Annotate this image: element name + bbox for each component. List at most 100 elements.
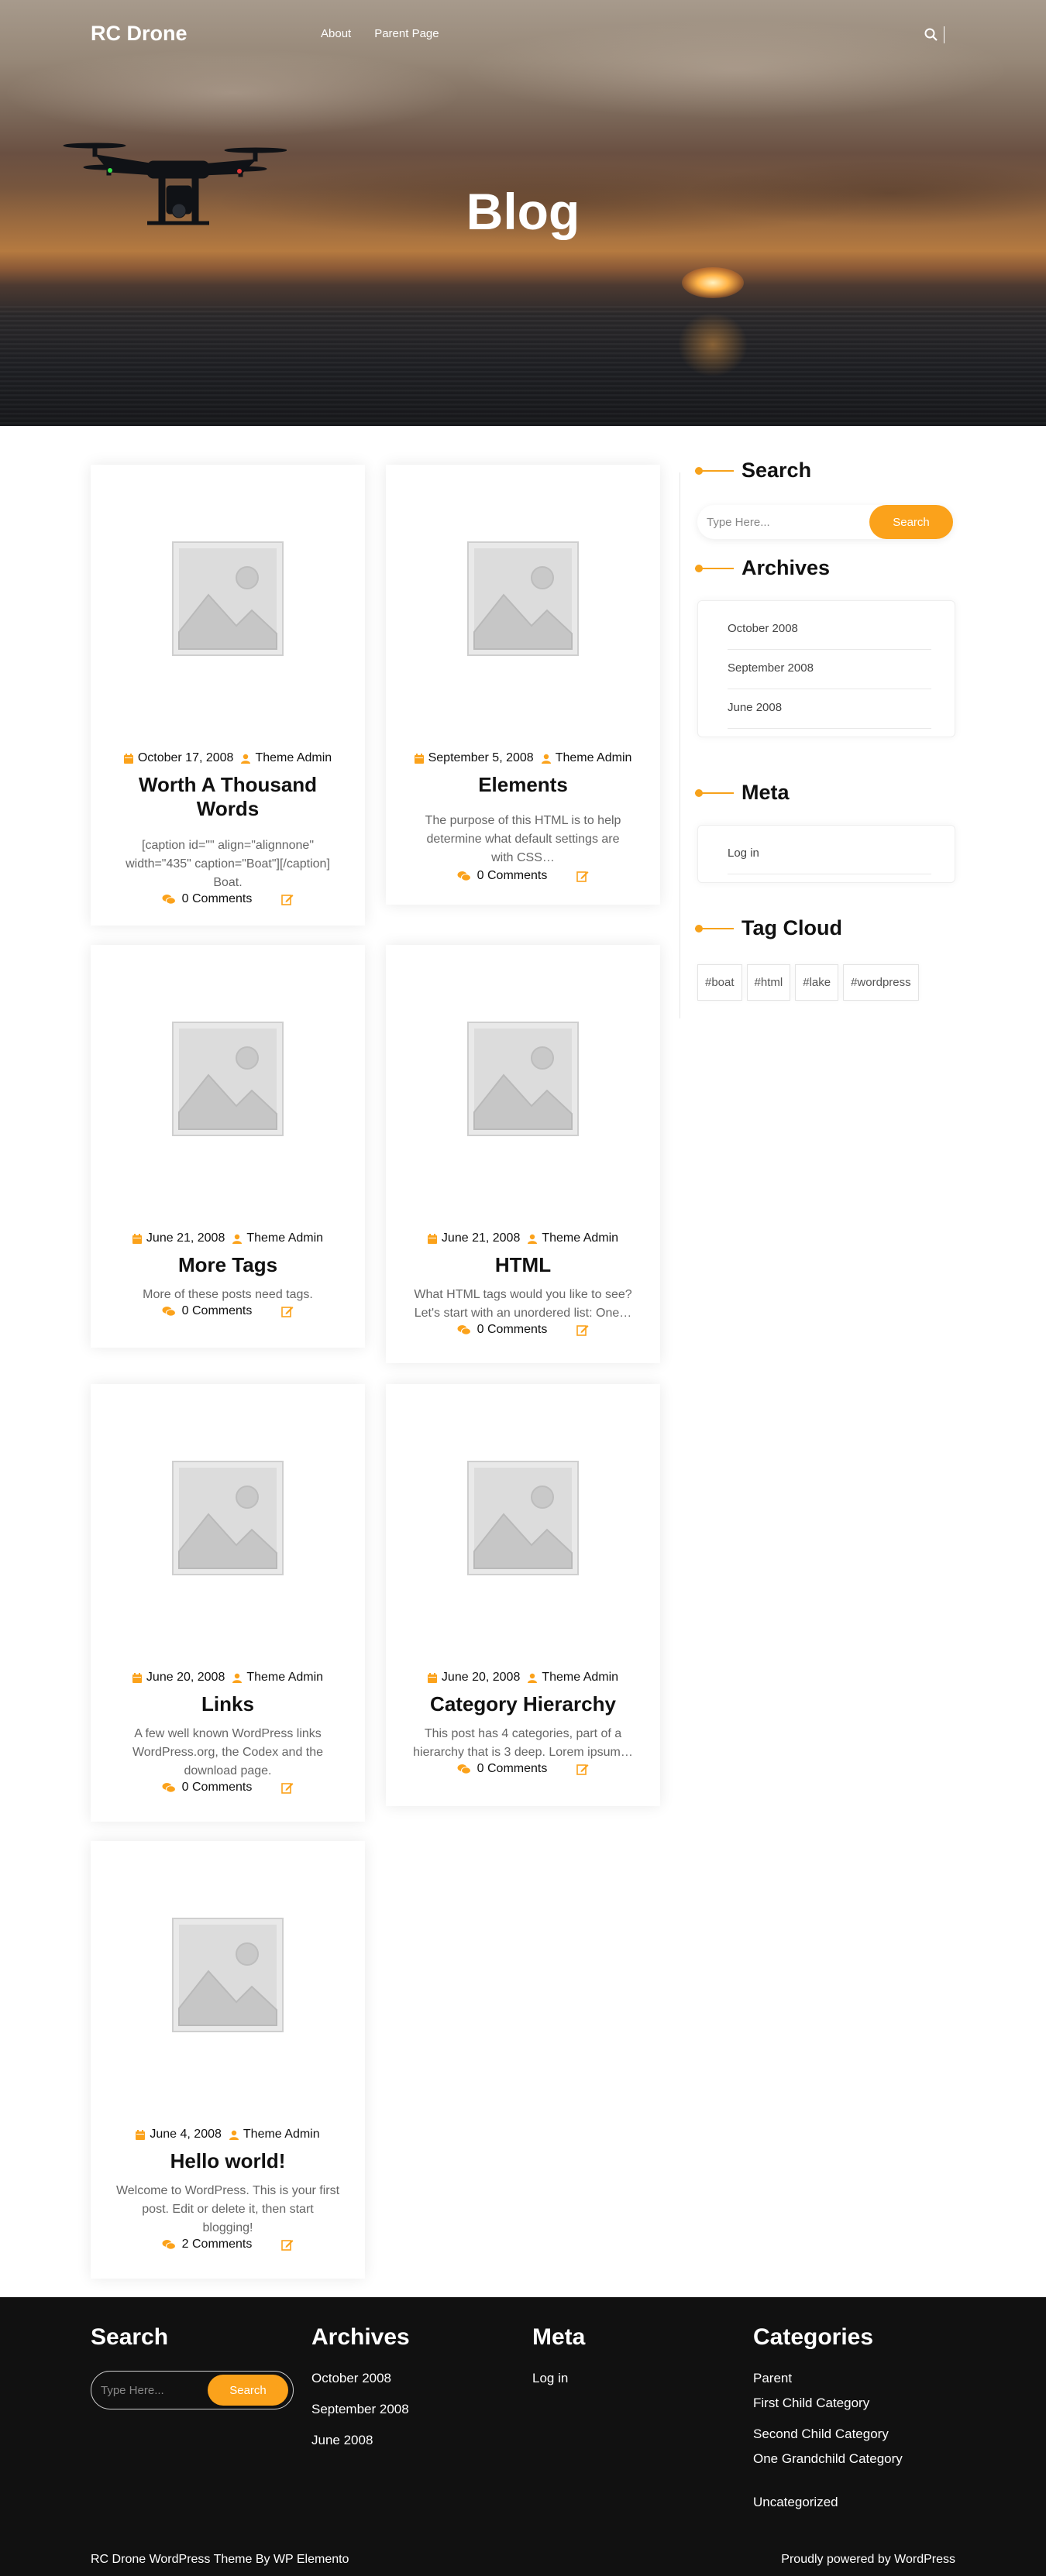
- post-title[interactable]: Worth A Thousand Words: [106, 773, 349, 821]
- post-title-line[interactable]: HTML: [401, 1253, 645, 1277]
- post-title[interactable]: More Tags: [106, 1253, 349, 1277]
- comments-link[interactable]: 0 Comments: [182, 1304, 253, 1318]
- post-thumbnail[interactable]: [91, 1384, 365, 1651]
- post-date[interactable]: October 17, 2008: [138, 751, 234, 765]
- post-thumbnail[interactable]: [386, 1384, 660, 1651]
- post-date[interactable]: June 4, 2008: [150, 2128, 222, 2142]
- footer-widget-title: Search: [91, 2324, 169, 2350]
- search-toggle-button[interactable]: [922, 23, 947, 46]
- site-footer: Search Search Archives October 2008 Sept…: [0, 2297, 1046, 2576]
- post-thumbnail[interactable]: [91, 1841, 365, 2108]
- footer-meta-widget: Meta Log in: [532, 2324, 585, 2385]
- footer-archive-link[interactable]: September 2008: [311, 2402, 409, 2417]
- post-footer: 0 Comments: [91, 1781, 365, 1795]
- post-date[interactable]: September 5, 2008: [428, 751, 534, 765]
- footer-category-link[interactable]: Parent: [753, 2371, 792, 2386]
- archive-link[interactable]: September 2008: [728, 650, 931, 689]
- footer-archive-link[interactable]: June 2008: [311, 2433, 373, 2448]
- post-thumbnail[interactable]: [386, 465, 660, 732]
- footer-login-link[interactable]: Log in: [532, 2371, 568, 2386]
- post-title-line[interactable]: Links: [106, 1692, 349, 1716]
- footer-category-link[interactable]: Second Child Category: [753, 2427, 889, 2442]
- post-card[interactable]: June 20, 2008 Theme Admin Links A few we…: [91, 1384, 365, 1822]
- sidebar-tag-cloud-heading: Tag Cloud: [695, 916, 842, 940]
- calendar-icon: [132, 1233, 142, 1244]
- user-icon: [541, 754, 551, 764]
- top-navigation-bar: RC Drone About Parent Page: [0, 0, 1046, 70]
- post-title-line[interactable]: Words: [106, 797, 349, 821]
- nav-parent-page[interactable]: Parent Page: [374, 27, 439, 40]
- excerpt-line: More of these posts need tags.: [143, 1288, 313, 1301]
- footer-search-button[interactable]: Search: [208, 2375, 288, 2406]
- excerpt-line: determine what default settings are: [426, 833, 620, 846]
- sidebar-search-input[interactable]: [707, 511, 862, 533]
- comments-link[interactable]: 0 Comments: [477, 1323, 548, 1337]
- post-card[interactable]: October 17, 2008 Theme Admin Worth A Tho…: [91, 465, 365, 926]
- post-title-line[interactable]: Worth A Thousand: [106, 773, 349, 797]
- nav-about[interactable]: About: [321, 27, 351, 40]
- footer-powered-by[interactable]: Proudly powered by WordPress: [781, 2553, 955, 2567]
- footer-archive-link[interactable]: October 2008: [311, 2371, 391, 2386]
- meta-login-link[interactable]: Log in: [728, 835, 931, 874]
- post-date[interactable]: June 21, 2008: [442, 1231, 520, 1245]
- tag-link[interactable]: #wordpress: [843, 964, 919, 1001]
- post-thumbnail[interactable]: [91, 465, 365, 732]
- post-title-line[interactable]: More Tags: [106, 1253, 349, 1277]
- post-excerpt: [caption id="" align="alignnone" width="…: [106, 836, 349, 892]
- footer-category-link[interactable]: Uncategorized: [753, 2495, 838, 2510]
- post-author[interactable]: Theme Admin: [556, 751, 632, 765]
- comments-link[interactable]: 0 Comments: [477, 869, 548, 883]
- post-author[interactable]: Theme Admin: [542, 1231, 618, 1245]
- post-meta: June 4, 2008 Theme Admin: [91, 2128, 365, 2142]
- hero-sun-reflection: [666, 302, 759, 387]
- post-title[interactable]: Hello world!: [106, 2149, 349, 2173]
- tag-link[interactable]: #lake: [795, 964, 839, 1001]
- post-card[interactable]: June 21, 2008 Theme Admin More Tags More…: [91, 945, 365, 1348]
- post-title-line[interactable]: Elements: [401, 773, 645, 797]
- post-author[interactable]: Theme Admin: [243, 2128, 320, 2142]
- image-placeholder-icon: [172, 1460, 284, 1575]
- archive-link[interactable]: June 2008: [728, 689, 931, 729]
- footer-category-link[interactable]: One Grandchild Category: [753, 2451, 903, 2467]
- footer-copyright[interactable]: RC Drone WordPress Theme By WP Elemento: [91, 2553, 349, 2567]
- post-title[interactable]: Links: [106, 1692, 349, 1716]
- post-title[interactable]: Elements: [401, 773, 645, 797]
- post-date[interactable]: June 21, 2008: [146, 1231, 225, 1245]
- edit-icon: [576, 1764, 589, 1775]
- post-title[interactable]: Category Hierarchy: [401, 1692, 645, 1716]
- site-logo[interactable]: RC Drone: [91, 22, 188, 46]
- comments-icon: [457, 1325, 471, 1335]
- comments-link[interactable]: 0 Comments: [477, 1762, 548, 1776]
- calendar-icon: [136, 2129, 146, 2140]
- post-author[interactable]: Theme Admin: [246, 1231, 323, 1245]
- post-thumbnail[interactable]: [386, 945, 660, 1212]
- archive-link[interactable]: October 2008: [728, 610, 931, 650]
- tag-link[interactable]: #boat: [697, 964, 742, 1001]
- sidebar-search-button[interactable]: Search: [869, 505, 953, 539]
- tag-link[interactable]: #html: [746, 964, 791, 1001]
- post-author[interactable]: Theme Admin: [542, 1671, 618, 1685]
- post-author[interactable]: Theme Admin: [246, 1671, 323, 1685]
- comments-link[interactable]: 0 Comments: [182, 892, 253, 906]
- post-date[interactable]: June 20, 2008: [146, 1671, 225, 1685]
- footer-category-link[interactable]: First Child Category: [753, 2396, 869, 2411]
- footer-search-input[interactable]: [101, 2381, 201, 2399]
- image-placeholder-icon: [172, 1021, 284, 1136]
- search-icon: [924, 28, 938, 41]
- post-title-line[interactable]: Hello world!: [106, 2149, 349, 2173]
- image-placeholder-icon: [172, 541, 284, 656]
- post-meta: June 20, 2008 Theme Admin: [91, 1671, 365, 1685]
- post-title[interactable]: HTML: [401, 1253, 645, 1277]
- post-card[interactable]: June 4, 2008 Theme Admin Hello world! We…: [91, 1841, 365, 2279]
- post-card[interactable]: June 20, 2008 Theme Admin Category Hiera…: [386, 1384, 660, 1806]
- post-thumbnail[interactable]: [91, 945, 365, 1212]
- post-excerpt: A few well known WordPress links WordPre…: [106, 1725, 349, 1781]
- post-date[interactable]: June 20, 2008: [442, 1671, 520, 1685]
- post-footer: 0 Comments: [386, 1323, 660, 1337]
- comments-link[interactable]: 0 Comments: [182, 1781, 253, 1795]
- post-card[interactable]: June 21, 2008 Theme Admin HTML What HTML…: [386, 945, 660, 1363]
- post-title-line[interactable]: Category Hierarchy: [401, 1692, 645, 1716]
- post-card[interactable]: September 5, 2008 Theme Admin Elements T…: [386, 465, 660, 905]
- post-author[interactable]: Theme Admin: [255, 751, 332, 765]
- comments-link[interactable]: 2 Comments: [182, 2238, 253, 2251]
